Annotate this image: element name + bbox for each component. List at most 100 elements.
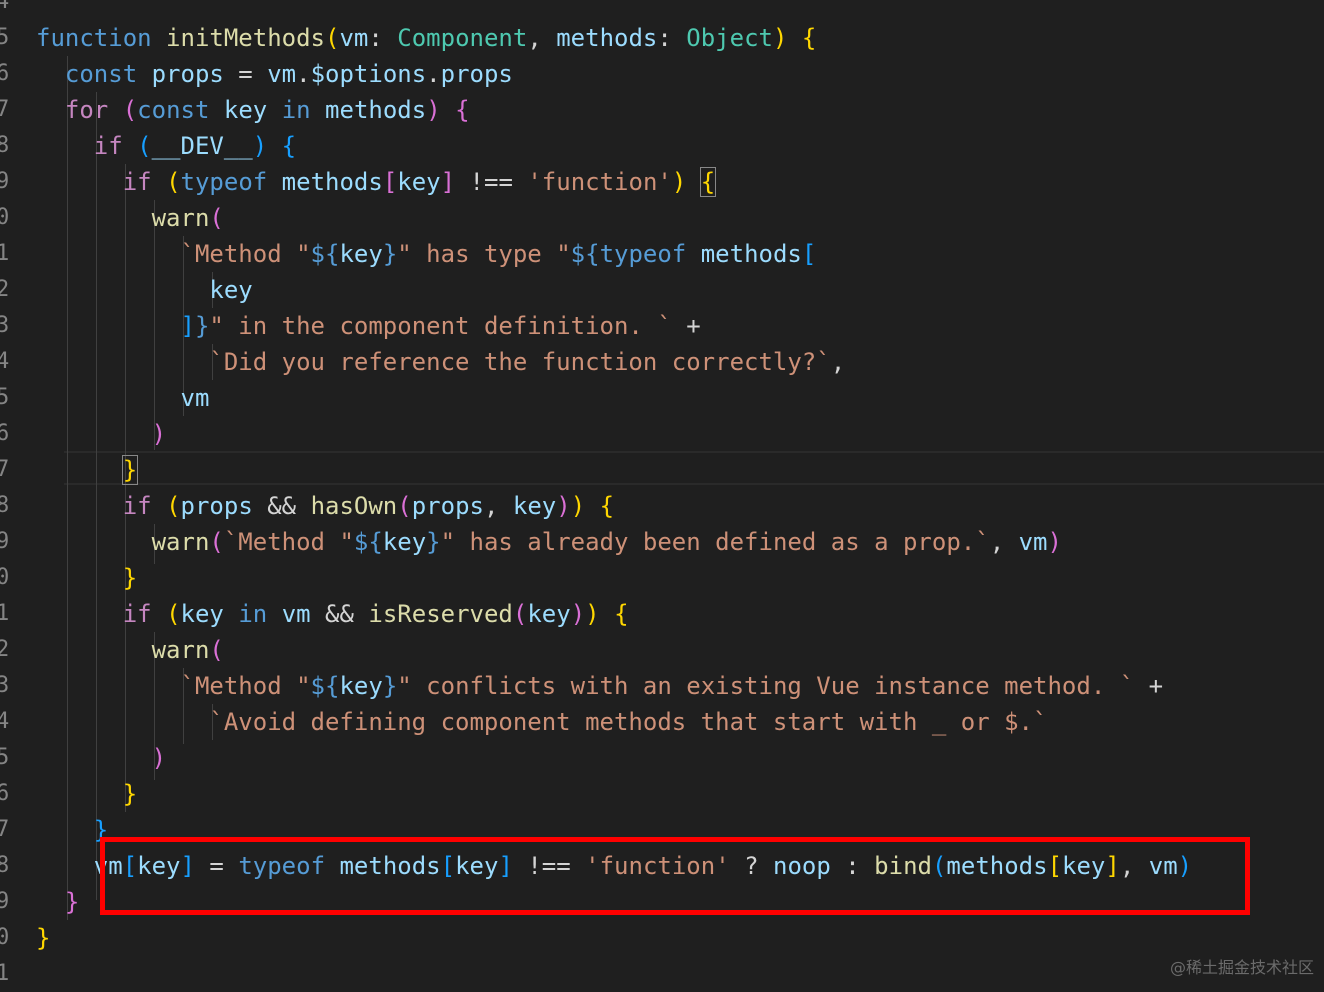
code-token: key <box>339 672 383 700</box>
code-token: [ <box>801 240 817 268</box>
code-line: } <box>36 920 50 956</box>
line-number: 8 <box>0 853 10 878</box>
code-line: ) <box>36 740 166 776</box>
code-line: `Method "${key}" has type "${typeof meth… <box>36 236 817 272</box>
code-token: } <box>121 455 139 485</box>
code-token: `Method " <box>180 672 311 700</box>
code-line: `Did you reference the function correctl… <box>36 344 845 380</box>
code-token: " conflicts with an existing Vue instanc… <box>397 672 1135 700</box>
code-token: hasOwn <box>310 492 398 520</box>
code-token: methods <box>556 24 658 52</box>
code-line: ]}" in the component definition. ` + <box>36 308 701 344</box>
code-line: } <box>36 452 139 488</box>
code-token: { <box>801 24 817 52</box>
code-token: warn <box>151 204 210 232</box>
code-token: $options <box>310 60 427 88</box>
code-token: && <box>310 600 369 628</box>
line-number: 8 <box>0 493 10 518</box>
line-number: 3 <box>0 313 10 338</box>
code-token: ( <box>122 96 138 124</box>
code-token: in <box>281 96 311 124</box>
code-token: . <box>296 60 311 88</box>
line-number: 9 <box>0 169 10 194</box>
code-token: { <box>614 600 629 628</box>
code-token: , <box>483 492 513 520</box>
line-number: 9 <box>0 889 10 914</box>
code-token: + <box>671 312 701 340</box>
code-token: , <box>830 348 846 376</box>
code-token: = <box>223 60 268 88</box>
code-token: Object <box>686 24 773 52</box>
code-token: warn <box>151 528 210 556</box>
code-line: if (props && hasOwn(props, key)) { <box>36 488 614 524</box>
code-line: `Avoid defining component methods that s… <box>36 704 1047 740</box>
code-token: vm <box>281 600 311 628</box>
code-token: ) <box>772 24 788 52</box>
red-highlight-box <box>100 837 1250 915</box>
code-token: Component <box>397 24 528 52</box>
code-token: if <box>122 600 152 628</box>
code-token: props <box>411 492 484 520</box>
code-line: } <box>36 812 108 848</box>
code-line: if (__DEV__) { <box>36 128 296 164</box>
line-number: 1 <box>0 241 10 266</box>
code-token: key <box>512 492 557 520</box>
line-number: 6 <box>0 61 10 86</box>
code-token: ) <box>426 96 441 124</box>
line-number: 4 <box>0 709 10 734</box>
code-token: ) <box>570 600 586 628</box>
code-token: } <box>426 528 441 556</box>
code-line: `Method "${key}" conflicts with an exist… <box>36 668 1164 704</box>
code-token: } <box>36 924 51 952</box>
code-token: . <box>426 60 441 88</box>
code-token: ) <box>556 492 571 520</box>
code-token: ( <box>325 24 340 52</box>
code-token: props <box>440 60 513 88</box>
code-token: ( <box>166 168 181 196</box>
code-token: props <box>151 60 224 88</box>
code-token: const <box>64 60 138 88</box>
code-token: in <box>238 600 268 628</box>
code-token: ( <box>166 492 181 520</box>
code-line: if (key in vm && isReserved(key)) { <box>36 596 629 632</box>
code-token: " has type " <box>397 240 571 268</box>
line-number: 3 <box>0 673 10 698</box>
code-token: ( <box>209 528 224 556</box>
code-token: ${ <box>310 672 340 700</box>
code-token: ) <box>151 744 167 772</box>
code-token: function <box>36 24 152 52</box>
code-token: " has already been defined as a prop.` <box>440 528 990 556</box>
code-token: ( <box>209 636 224 664</box>
code-token: } <box>64 888 80 916</box>
code-token: ) <box>671 168 687 196</box>
code-token: isReserved <box>368 600 513 628</box>
code-editor[interactable]: 4 5 6 7 8 9 0 1 2 3 4 5 6 7 8 9 0 1 2 3 4 5 6 7 8 9 0 1 function in… <box>0 0 1324 986</box>
code-token: if <box>122 492 152 520</box>
code-token: warn <box>151 636 210 664</box>
code-token: methods <box>700 240 802 268</box>
line-number: 7 <box>0 97 10 122</box>
